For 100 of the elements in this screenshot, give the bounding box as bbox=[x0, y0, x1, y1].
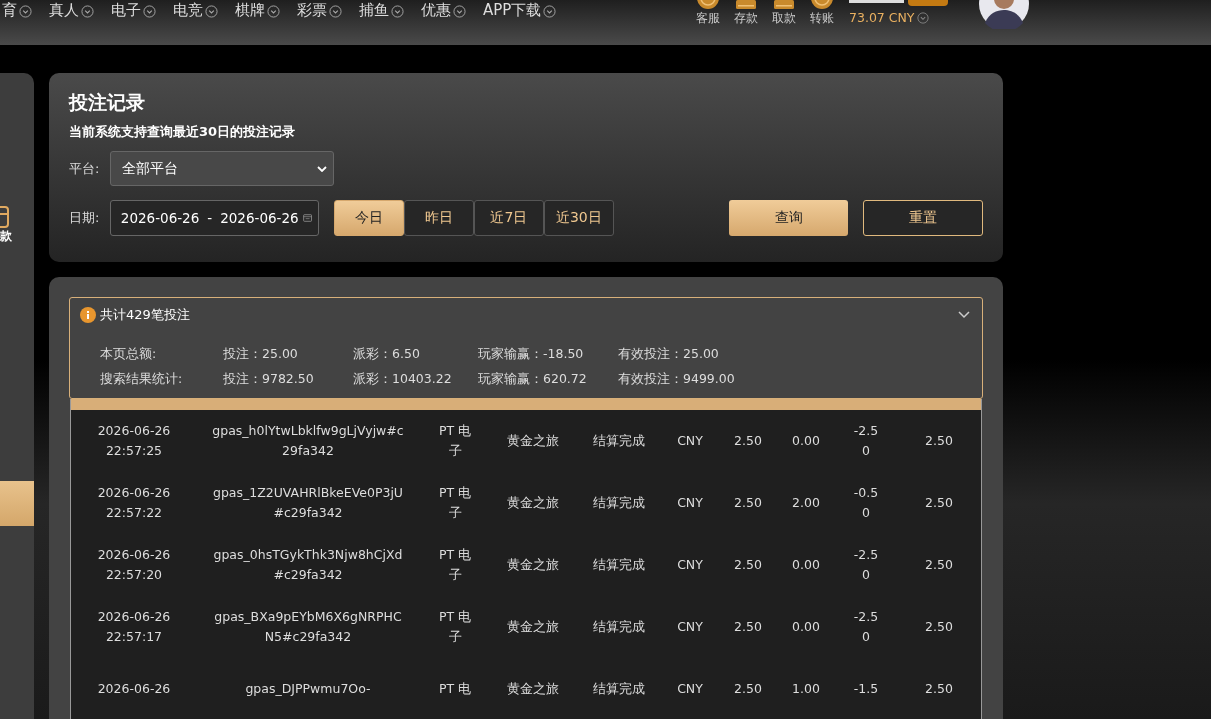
summary-value: 派彩：6.50 bbox=[353, 346, 421, 363]
summary-value: 有效投注：9499.00 bbox=[618, 371, 735, 388]
table-cell-text: PT 电子 bbox=[438, 484, 472, 522]
date-range-field[interactable]: 2026-06-26 - 2026-06-26 bbox=[109, 200, 319, 236]
summary-value: 玩家输赢：620.72 bbox=[478, 371, 588, 388]
table-cell-text: 0.00 bbox=[792, 432, 820, 450]
nav-link[interactable]: 育 bbox=[2, 1, 17, 19]
table-cell-text: 2.50 bbox=[734, 494, 762, 512]
action-link[interactable]: 存款 bbox=[734, 10, 758, 26]
table-cell-text: 2.50 bbox=[925, 556, 953, 574]
action-link[interactable]: 转账 bbox=[810, 10, 834, 26]
table-cell-text: 2026-06-26 22:57:20 bbox=[96, 546, 172, 584]
nav-link[interactable]: 电竞 bbox=[173, 1, 203, 19]
summary-label: 本页总额: bbox=[100, 346, 158, 363]
table-cell-text: CNY bbox=[677, 680, 703, 698]
calendar-icon bbox=[302, 212, 312, 224]
table-cell-text: CNY bbox=[677, 432, 703, 450]
nav-link[interactable]: 优惠 bbox=[421, 1, 451, 19]
table-cell-text: gpas_h0lYtwLbklfw9gLjVyjw#c29fa342 bbox=[212, 422, 404, 460]
notice-text: 当前系统支持查询最近30日的投注记录 bbox=[69, 123, 297, 141]
table-cell-text: 2.50 bbox=[925, 494, 953, 512]
table-cell-text: 黄金之旅 bbox=[507, 680, 559, 698]
chevron-down-icon bbox=[205, 5, 218, 18]
nav-link[interactable]: 棋牌 bbox=[235, 1, 265, 19]
chevron-down-icon bbox=[267, 5, 280, 18]
table-cell-text: 0.00 bbox=[792, 556, 820, 574]
date-range-button[interactable]: 近7日 bbox=[473, 200, 544, 236]
table-cell-text: 结算完成 bbox=[593, 556, 645, 574]
table-cell-text: -2.50 bbox=[852, 422, 880, 460]
table-cell-text: 2.50 bbox=[734, 680, 762, 698]
level-badge bbox=[908, 0, 948, 6]
transfer-icon[interactable] bbox=[810, 0, 834, 10]
table-cell-text: 2.50 bbox=[925, 618, 953, 636]
table-cell-text: 黄金之旅 bbox=[507, 494, 559, 512]
table-cell-text: 2.50 bbox=[734, 432, 762, 450]
table-cell-text: 结算完成 bbox=[593, 680, 645, 698]
chevron-down-icon bbox=[81, 5, 94, 18]
table-cell-text: -1.5 bbox=[852, 680, 880, 698]
chevron-down-icon bbox=[391, 5, 404, 18]
field-label: 日期: bbox=[69, 209, 101, 227]
date-range-button[interactable]: 近30日 bbox=[543, 200, 614, 236]
chevron-down-icon bbox=[329, 5, 342, 18]
table-cell-text: PT 电 bbox=[438, 680, 472, 698]
table-cell-text: PT 电子 bbox=[438, 546, 472, 584]
service-icon[interactable] bbox=[696, 0, 720, 10]
table-cell-text: 黄金之旅 bbox=[507, 556, 559, 574]
chevron-icon[interactable] bbox=[958, 311, 970, 319]
table-cell-text: 1.00 bbox=[792, 680, 820, 698]
query-button[interactable]: 查询 bbox=[728, 200, 849, 236]
table-cell-text: PT 电子 bbox=[438, 422, 472, 460]
username-mask bbox=[849, 0, 904, 3]
action-link[interactable]: 客服 bbox=[696, 10, 720, 26]
field-label: 平台: bbox=[69, 159, 101, 178]
sidebar-item[interactable]: 款 bbox=[0, 206, 34, 256]
reset-button[interactable]: 重置 bbox=[863, 200, 983, 236]
table-cell-text: 黄金之旅 bbox=[507, 618, 559, 636]
summary-label: 搜索结果统计: bbox=[100, 371, 184, 388]
table-cell-text: 2026-06-26 22:57:22 bbox=[96, 484, 172, 522]
table-cell-text: -2.50 bbox=[852, 546, 880, 584]
table-cell-text: PT 电子 bbox=[438, 608, 472, 646]
table-cell-text: 黄金之旅 bbox=[507, 432, 559, 450]
table-cell-text: gpas_0hsTGykThk3Njw8hCjXd#c29fa342 bbox=[212, 546, 404, 584]
table-cell-text: 结算完成 bbox=[593, 494, 645, 512]
summary-value: 派彩：10403.22 bbox=[353, 371, 453, 388]
table-cell-text: 0.00 bbox=[792, 618, 820, 636]
table-cell-text: CNY bbox=[677, 556, 703, 574]
deposit-icon[interactable] bbox=[734, 0, 758, 10]
date-range-button[interactable]: 今日 bbox=[333, 200, 404, 236]
table-cell-text: CNY bbox=[677, 494, 703, 512]
withdraw-icon[interactable] bbox=[772, 0, 796, 10]
table-cell-text: CNY bbox=[677, 618, 703, 636]
date-range-button[interactable]: 昨日 bbox=[403, 200, 474, 236]
chevron-down-icon bbox=[453, 5, 466, 18]
summary-value: 玩家输赢：-18.50 bbox=[478, 346, 585, 363]
table-cell-text: 结算完成 bbox=[593, 618, 645, 636]
table-cell-text: 2026-06-26 bbox=[96, 680, 172, 698]
table-cell-text: gpas_DJPPwmu7Oo- bbox=[244, 680, 372, 698]
nav-link[interactable]: 电子 bbox=[111, 1, 141, 19]
nav-link[interactable]: 真人 bbox=[49, 1, 79, 19]
table-cell-text: -0.50 bbox=[852, 484, 880, 522]
chevron-down-icon bbox=[317, 165, 327, 172]
nav-link[interactable]: 捕鱼 bbox=[359, 1, 389, 19]
table-cell-text: -2.50 bbox=[852, 608, 880, 646]
summary-value: 有效投注：25.00 bbox=[618, 346, 719, 363]
summary-value: 投注：25.00 bbox=[223, 346, 299, 363]
table-cell-text: 2.00 bbox=[792, 494, 820, 512]
nav-link[interactable]: APP下载 bbox=[483, 1, 542, 19]
table-cell-text: gpas_1Z2UVAHRlBkeEVe0P3jU#c29fa342 bbox=[212, 484, 404, 522]
table-cell-text: 2.50 bbox=[925, 680, 953, 698]
calendar-icon bbox=[0, 206, 10, 228]
chevron-down-icon bbox=[19, 5, 32, 18]
platform-select[interactable]: 全部平台 bbox=[110, 151, 334, 186]
balance-text: 73.07 CNY bbox=[849, 10, 915, 26]
table-cell-text: 2.50 bbox=[734, 618, 762, 636]
info-icon bbox=[80, 307, 96, 323]
nav-link[interactable]: 彩票 bbox=[297, 1, 327, 19]
chevron-down-icon[interactable] bbox=[917, 12, 930, 24]
chevron-down-icon bbox=[143, 5, 156, 18]
summary-value: 投注：9782.50 bbox=[223, 371, 315, 388]
action-link[interactable]: 取款 bbox=[772, 10, 796, 26]
